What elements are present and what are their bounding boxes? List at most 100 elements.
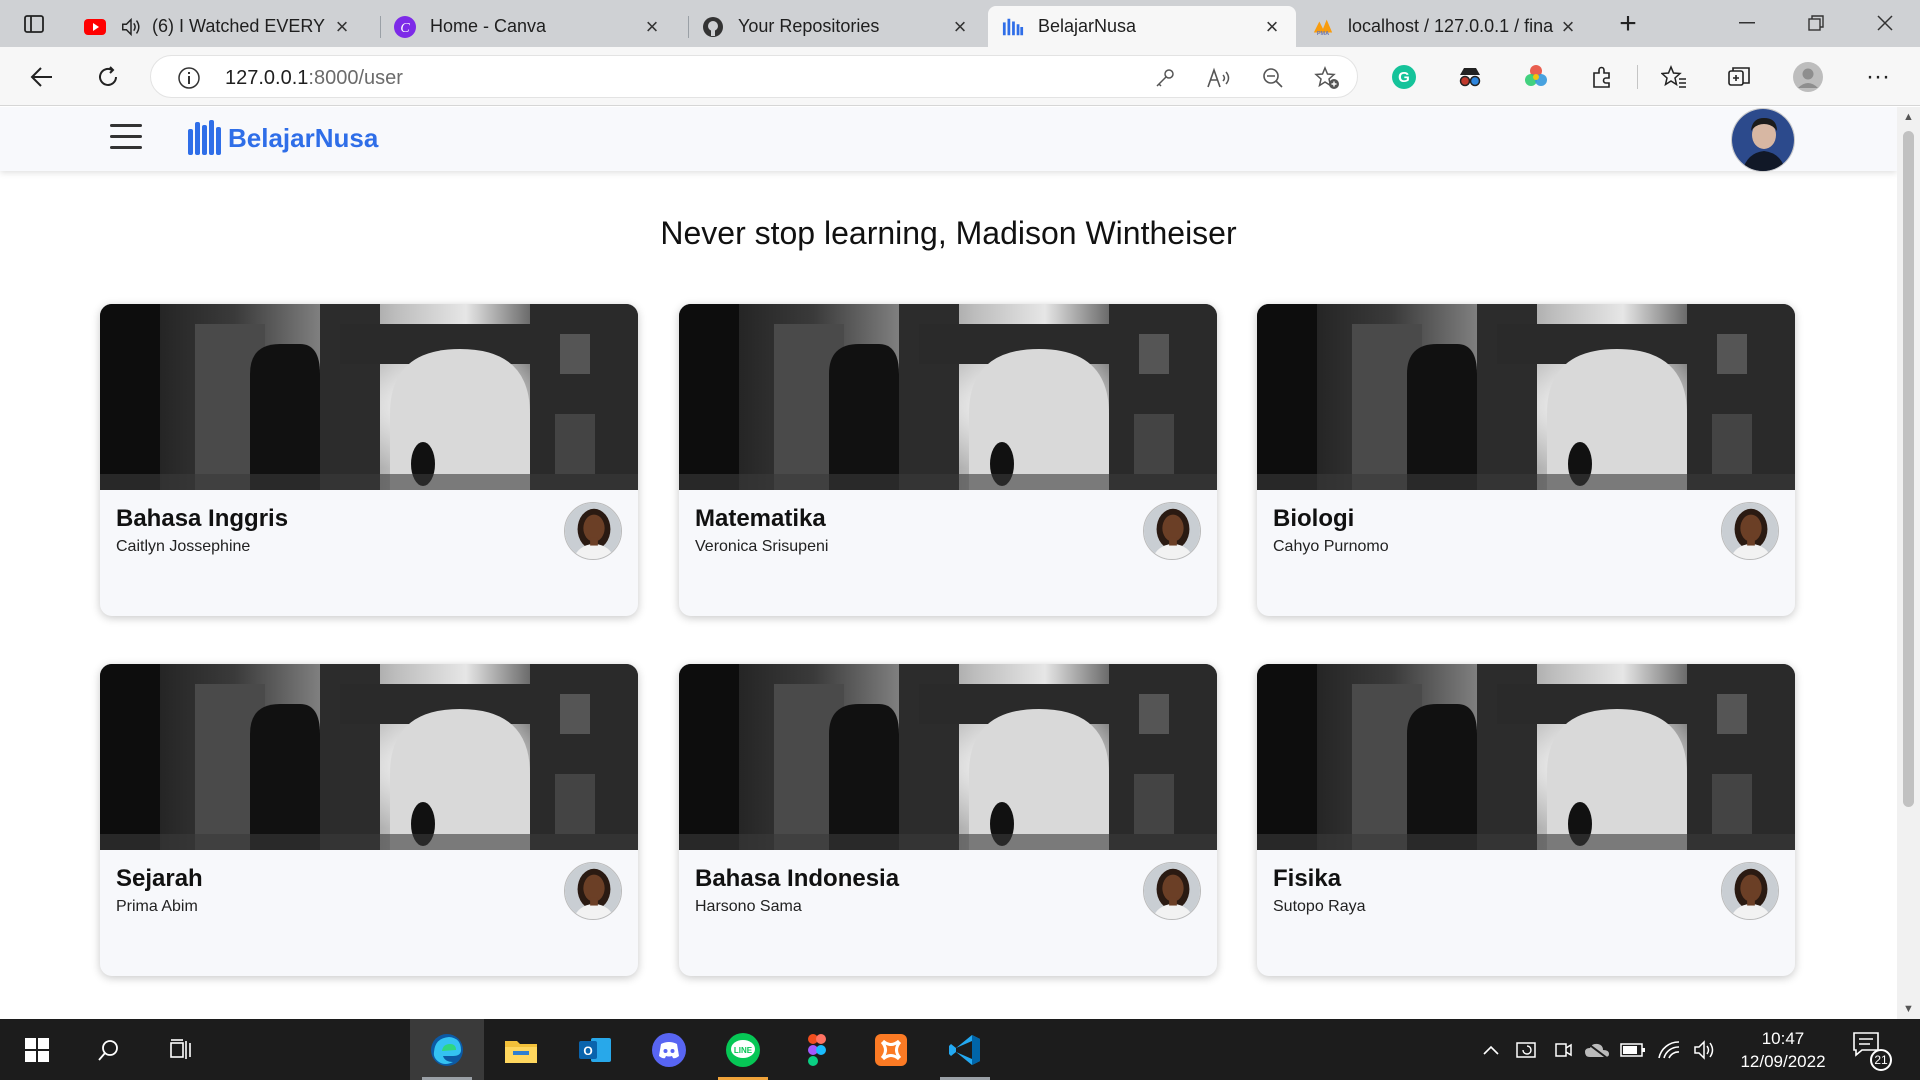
favorites-icon[interactable] <box>1658 61 1690 93</box>
page-scrollbar[interactable]: ▲ ▼ <box>1897 107 1920 1019</box>
svg-text:O: O <box>583 1044 592 1058</box>
scroll-up-arrow-icon[interactable]: ▲ <box>1902 111 1915 123</box>
svg-text:C: C <box>400 21 410 36</box>
tab-title: (6) I Watched EVERY <box>152 16 326 36</box>
read-aloud-icon[interactable] <box>1205 64 1233 92</box>
course-teacher: Cahyo Purnomo <box>1273 538 1389 555</box>
close-tab-icon[interactable]: × <box>1262 14 1282 40</box>
brand-logo[interactable]: BelajarNusa <box>188 119 378 157</box>
taskbar-figma[interactable] <box>780 1019 854 1080</box>
course-teacher: Sutopo Raya <box>1273 898 1366 915</box>
extensions-icon[interactable] <box>1586 61 1618 93</box>
restore-icon[interactable] <box>1793 8 1839 38</box>
color-picker-extension-icon[interactable] <box>1520 61 1552 93</box>
meet-now-icon[interactable] <box>1550 1037 1576 1063</box>
course-cover-image <box>1257 304 1795 490</box>
site-navbar: BelajarNusa <box>0 107 1897 172</box>
new-tab-icon[interactable]: + <box>1616 7 1640 40</box>
teacher-avatar <box>564 862 622 920</box>
tab-phpmyadmin[interactable]: PMA localhost / 127.0.0.1 / fina × <box>1298 6 1592 47</box>
system-clock[interactable]: 10:47 12/09/2022 <box>1733 1027 1833 1073</box>
taskbar-vscode[interactable] <box>928 1019 1002 1080</box>
course-cover-image <box>679 304 1217 490</box>
start-windows-icon[interactable] <box>0 1019 74 1080</box>
toolbar-divider <box>1637 65 1638 89</box>
teacher-avatar <box>1721 862 1779 920</box>
tab-title: Home - Canva <box>430 16 547 36</box>
phpmyadmin-icon: PMA <box>1312 16 1334 38</box>
svg-text:LINE: LINE <box>734 1046 753 1055</box>
zoom-out-icon[interactable] <box>1259 64 1287 92</box>
onedrive-cloud-icon[interactable] <box>1584 1037 1610 1063</box>
incognito-extension-icon[interactable] <box>1454 61 1486 93</box>
key-icon[interactable] <box>1151 64 1179 92</box>
teacher-avatar <box>1143 502 1201 560</box>
course-title: Fisika <box>1273 865 1342 892</box>
user-avatar[interactable] <box>1731 108 1795 172</box>
clock-date: 12/09/2022 <box>1740 1052 1826 1071</box>
collections-icon[interactable] <box>1724 61 1756 93</box>
profile-icon[interactable] <box>1792 61 1824 93</box>
battery-icon[interactable] <box>1620 1037 1646 1063</box>
url-host: 127.0.0.1 <box>225 67 309 89</box>
taskbar-file-explorer[interactable] <box>484 1019 558 1080</box>
scrollbar-thumb[interactable] <box>1903 131 1914 807</box>
course-card-sejarah[interactable]: Sejarah Prima Abim <box>100 664 638 976</box>
address-bar[interactable]: 127.0.0.1:8000/user <box>150 55 1358 98</box>
brand-name: BelajarNusa <box>228 122 379 153</box>
tab-actions-icon[interactable] <box>22 12 46 36</box>
volume-icon[interactable] <box>1692 1037 1718 1063</box>
course-title: Bahasa Inggris <box>116 505 289 532</box>
taskbar-xampp[interactable] <box>854 1019 928 1080</box>
taskbar-edge[interactable] <box>410 1019 484 1080</box>
close-tab-icon[interactable]: × <box>950 14 970 40</box>
add-favorite-icon[interactable] <box>1313 64 1341 92</box>
minimize-icon[interactable] <box>1724 8 1770 38</box>
show-hidden-icons-chevron-up-icon[interactable] <box>1478 1037 1504 1063</box>
course-title: Sejarah <box>116 865 203 892</box>
speaker-icon[interactable] <box>120 16 142 38</box>
brand-logo-icon <box>188 120 221 155</box>
menu-hamburger-icon[interactable] <box>110 124 142 152</box>
svg-text:G: G <box>1398 69 1410 86</box>
tab-belajarnusa[interactable]: BelajarNusa × <box>988 6 1296 47</box>
tab-youtube[interactable]: (6) I Watched EVERY × <box>70 6 366 47</box>
scroll-down-arrow-icon[interactable]: ▼ <box>1902 1003 1915 1015</box>
taskbar-outlook[interactable]: O <box>558 1019 632 1080</box>
grammarly-icon[interactable]: G <box>1388 61 1420 93</box>
course-cover-image <box>1257 664 1795 850</box>
taskbar-line[interactable]: LINE <box>706 1019 780 1080</box>
tab-github[interactable]: Your Repositories × <box>688 6 984 47</box>
teacher-avatar <box>564 502 622 560</box>
taskbar-discord[interactable] <box>632 1019 706 1080</box>
teacher-avatar <box>1721 502 1779 560</box>
notification-count-badge: 21 <box>1870 1049 1892 1071</box>
site-info-icon[interactable] <box>175 64 203 92</box>
svg-text:PMA: PMA <box>1317 31 1329 37</box>
browser-toolbar: 127.0.0.1:8000/user G ··· <box>0 47 1920 106</box>
tab-title: BelajarNusa <box>1038 16 1137 36</box>
github-icon <box>702 16 724 38</box>
course-card-bahasa-indonesia[interactable]: Bahasa Indonesia Harsono Sama <box>679 664 1217 976</box>
close-tab-icon[interactable]: × <box>642 14 662 40</box>
course-teacher: Harsono Sama <box>695 898 802 915</box>
tab-canva[interactable]: C Home - Canva × <box>380 6 676 47</box>
close-window-icon[interactable] <box>1862 8 1908 38</box>
course-card-fisika[interactable]: Fisika Sutopo Raya <box>1257 664 1795 976</box>
course-cover-image <box>100 304 638 490</box>
course-card-bahasa-inggris[interactable]: Bahasa Inggris Caitlyn Jossephine <box>100 304 638 616</box>
notification-center-icon[interactable]: 21 <box>1852 1031 1892 1071</box>
course-card-matematika[interactable]: Matematika Veronica Srisupeni <box>679 304 1217 616</box>
close-tab-icon[interactable]: × <box>332 14 352 40</box>
search-icon[interactable] <box>72 1019 146 1080</box>
wifi-icon[interactable] <box>1656 1037 1682 1063</box>
course-cover-image <box>100 664 638 850</box>
close-tab-icon[interactable]: × <box>1558 14 1578 40</box>
security-sync-icon[interactable] <box>1514 1037 1540 1063</box>
more-menu-icon[interactable]: ··· <box>1862 61 1894 93</box>
course-card-biologi[interactable]: Biologi Cahyo Purnomo <box>1257 304 1795 616</box>
back-arrow-icon[interactable] <box>26 61 58 93</box>
windows-taskbar: O LINE 10:47 12/09/2022 21 <box>0 1019 1920 1080</box>
refresh-icon[interactable] <box>92 61 124 93</box>
task-view-icon[interactable] <box>144 1019 218 1080</box>
